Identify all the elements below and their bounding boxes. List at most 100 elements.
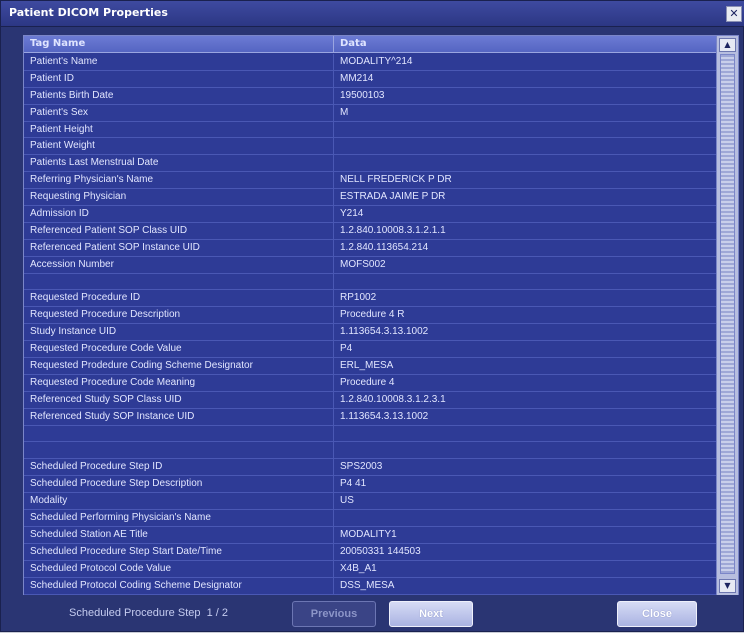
column-header-data[interactable]: Data: [334, 36, 716, 52]
scroll-up-icon[interactable]: ▲: [719, 38, 736, 52]
data-value-cell: Y214: [340, 208, 364, 220]
next-button[interactable]: Next: [389, 601, 473, 627]
table-row[interactable]: Study Instance UID 1.113654.3.13.1002: [24, 324, 716, 342]
table-row[interactable]: Requesting Physician ESTRADA JAIME P DR: [24, 189, 716, 207]
tag-name-cell: Admission ID: [24, 206, 334, 222]
data-value-cell: MODALITY^214: [340, 56, 413, 67]
table-row[interactable]: Admission ID Y214: [24, 206, 716, 223]
data-value-cell: SP Action Item X4B_A1: [334, 595, 716, 596]
data-value-cell: [334, 510, 716, 526]
column-header-tag-name[interactable]: Tag Name: [24, 36, 334, 52]
table-row[interactable]: [24, 273, 716, 291]
table-row[interactable]: Referenced Study SOP Instance UID 1.11365…: [24, 408, 716, 426]
data-value-cell: 19500103: [340, 89, 385, 101]
close-icon[interactable]: ✕: [726, 6, 742, 22]
data-value-cell: 1.2.840.10008.3.1.2.3.1: [340, 393, 446, 405]
tag-name-cell: Scheduled Protocol Code Meaning: [24, 594, 334, 595]
table-row[interactable]: Requested Procedure Description Procedure…: [24, 307, 716, 325]
properties-table: Tag Name Data Patient's Name MODALITY^214…: [23, 35, 739, 595]
tag-name-cell: Patient Weight: [24, 138, 334, 155]
data-value-cell: [334, 155, 716, 171]
data-value-cell: ESTRADA JAIME P DR: [340, 191, 446, 203]
table-row[interactable]: Patients Last Menstrual Date: [24, 155, 716, 173]
table-row[interactable]: Patient Weight: [24, 138, 716, 156]
close-button[interactable]: Close: [617, 601, 697, 627]
tag-name-cell: Patients Last Menstrual Date: [24, 155, 334, 172]
window-title: Patient DICOM Properties: [9, 6, 168, 19]
previous-button[interactable]: Previous: [292, 601, 376, 627]
tag-name-cell: Patient's Name: [24, 54, 334, 70]
tag-name-cell: Scheduled Protocol Code Value: [24, 560, 334, 577]
table-row[interactable]: Scheduled Protocol Coding Scheme Designa…: [24, 577, 716, 595]
tag-name-cell: [24, 442, 334, 459]
table-row[interactable]: Scheduled Protocol Code MeaningSP Action…: [24, 594, 716, 596]
tag-name-cell: [24, 273, 334, 290]
tag-name-cell: Requested Prodedure Coding Scheme Design…: [24, 358, 334, 374]
table-row[interactable]: Referenced Patient SOP Class UID 1.2.840.…: [24, 222, 716, 240]
table-row[interactable]: Accession Number MOFS002: [24, 256, 716, 274]
table-row[interactable]: Patient's Sex M: [24, 104, 716, 122]
tag-name-cell: Patient's Sex: [24, 104, 334, 121]
data-value-cell: [334, 274, 716, 290]
table-row[interactable]: Requested Procedure ID RP1002: [24, 290, 716, 308]
table-row[interactable]: Scheduled Procedure Step Description P4 4…: [24, 476, 716, 494]
table-row[interactable]: [24, 425, 716, 443]
tag-name-cell: Accession Number: [24, 256, 334, 273]
table-row[interactable]: Modality US: [24, 493, 716, 511]
table-row[interactable]: Scheduled Station AE Title MODALITY1: [24, 526, 716, 544]
tag-name-cell: Patients Birth Date: [24, 87, 334, 104]
tag-name-cell: Referring Physician's Name: [24, 172, 334, 189]
data-value-cell: MM214: [340, 72, 374, 84]
title-bar: Patient DICOM Properties ✕: [1, 1, 744, 27]
table-row[interactable]: Patient's Name MODALITY^214: [24, 54, 716, 71]
data-value-cell: MOFS002: [340, 258, 386, 270]
tag-name-cell: Modality: [24, 493, 334, 510]
vertical-scrollbar[interactable]: ▲ ▼: [716, 36, 738, 595]
tag-name-cell: Requested Procedure Description: [24, 307, 334, 324]
table-row[interactable]: Requested Procedure Code Value P4: [24, 341, 716, 359]
tag-name-cell: [24, 425, 334, 442]
table-row[interactable]: Scheduled Procedure Step Start Date/Time…: [24, 543, 716, 561]
data-value-cell: P4 41: [340, 478, 367, 490]
data-value-cell: P4: [340, 343, 353, 355]
tag-name-cell: Scheduled Protocol Coding Scheme Designa…: [24, 577, 334, 594]
scroll-down-icon[interactable]: ▼: [719, 579, 736, 593]
table-row[interactable]: Referring Physician's Name NELL FREDERICK…: [24, 172, 716, 190]
table-row[interactable]: Referenced Patient SOP Instance UID 1.2.8…: [24, 239, 716, 257]
tag-name-cell: Referenced Study SOP Class UID: [24, 391, 334, 408]
data-value-cell: [334, 426, 716, 442]
table-row[interactable]: Requested Procedure Code Meaning Procedur…: [24, 374, 716, 392]
data-value-cell: SPS2003: [340, 461, 383, 473]
data-value-cell: 1.2.840.113654.214: [340, 241, 429, 253]
tag-name-cell: Scheduled Procedure Step Start Date/Time: [24, 543, 334, 560]
tag-name-cell: Scheduled Procedure Step Description: [24, 476, 334, 493]
table-row[interactable]: Scheduled Protocol Code Value X4B_A1: [24, 560, 716, 578]
tag-name-cell: Patient Height: [24, 121, 334, 138]
tag-name-cell: Requested Procedure ID: [24, 290, 334, 307]
table-row[interactable]: Patient Height: [24, 121, 716, 139]
table-row[interactable]: Scheduled Performing Physician's Name: [24, 510, 716, 527]
data-value-cell: [334, 122, 716, 138]
table-header: Tag Name Data: [24, 36, 716, 53]
table-row[interactable]: [24, 442, 716, 460]
dialog-footer: Scheduled Procedure Step 1 / 2 Previous …: [1, 597, 744, 633]
table-row[interactable]: Patient ID MM214: [24, 70, 716, 88]
tag-name-cell: Study Instance UID: [24, 324, 334, 341]
data-value-cell: 1.2.840.10008.3.1.2.1.1: [340, 224, 446, 236]
data-value-cell: US: [340, 495, 354, 507]
data-value-cell: [334, 442, 716, 458]
data-value-cell: X4B_A1: [340, 562, 377, 574]
tag-name-cell: Patient ID: [24, 70, 334, 87]
table-row[interactable]: Requested Prodedure Coding Scheme Design…: [24, 358, 716, 375]
data-value-cell: 20050331 144503: [340, 545, 421, 557]
tag-name-cell: Referenced Study SOP Instance UID: [24, 408, 334, 425]
table-row[interactable]: Referenced Study SOP Class UID 1.2.840.10…: [24, 391, 716, 409]
data-value-cell: RP1002: [340, 292, 377, 304]
data-value-cell: NELL FREDERICK P DR: [340, 174, 452, 186]
tag-name-cell: Scheduled Procedure Step ID: [24, 459, 334, 476]
table-row[interactable]: Patients Birth Date 19500103: [24, 87, 716, 105]
tag-name-cell: Scheduled Station AE Title: [24, 526, 334, 543]
tag-name-cell: Scheduled Performing Physician's Name: [24, 510, 334, 526]
table-row[interactable]: Scheduled Procedure Step ID SPS2003: [24, 459, 716, 477]
scroll-thumb[interactable]: [720, 54, 735, 574]
